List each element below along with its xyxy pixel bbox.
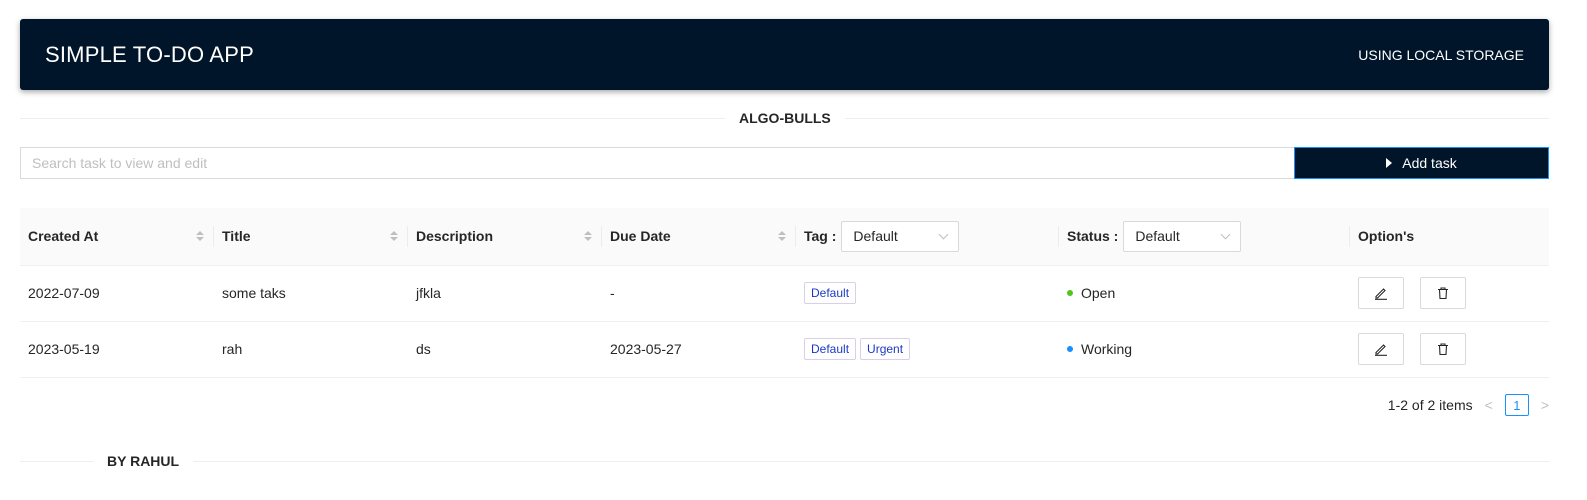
edit-button[interactable] (1358, 277, 1404, 309)
edit-icon (1375, 344, 1387, 356)
add-task-label: Add task (1402, 155, 1457, 171)
status-dot-icon (1067, 346, 1073, 352)
page-item-current[interactable]: 1 (1504, 394, 1529, 416)
cell-status: Working (1059, 321, 1350, 378)
column-status: Status : Default (1059, 208, 1350, 266)
chevron-down-icon (938, 229, 949, 240)
cell-due-date: 2023-05-27 (602, 321, 796, 378)
tag-filter-select[interactable]: Default (841, 220, 960, 252)
column-description[interactable]: Description (408, 208, 602, 266)
column-description-label: Description (416, 228, 494, 245)
table-row: 2023-05-19 rah ds 2023-05-27 Default Urge… (20, 321, 1549, 378)
tag-badge: Urgent (860, 338, 911, 360)
cell-tags: Default Urgent (796, 321, 1059, 378)
section-divider: ALGO-BULLS (20, 109, 1549, 127)
delete-button[interactable] (1420, 277, 1466, 309)
column-title[interactable]: Title (214, 208, 408, 266)
cell-options (1350, 265, 1549, 322)
app-title: SIMPLE TO-DO APP (45, 41, 255, 67)
column-tag: Tag : Default (796, 208, 1059, 266)
column-options: Option's (1350, 208, 1549, 266)
footer-divider-label: BY RAHUL (93, 452, 194, 470)
column-title-label: Title (222, 228, 251, 245)
pagination-summary: 1-2 of 2 items (1387, 397, 1473, 413)
sort-icon[interactable] (196, 231, 204, 242)
next-page-icon[interactable]: > (1541, 397, 1549, 413)
column-due-date[interactable]: Due Date (602, 208, 796, 266)
edit-icon (1375, 288, 1387, 300)
tag-badge: Default (804, 338, 857, 360)
app-subtitle: USING LOCAL STORAGE (1358, 46, 1524, 63)
status-text: Working (1081, 341, 1133, 357)
delete-button[interactable] (1420, 333, 1466, 365)
column-options-label: Option's (1358, 228, 1415, 245)
status-filter-select[interactable]: Default (1123, 220, 1242, 252)
prev-page-icon[interactable]: < (1485, 397, 1493, 413)
cell-status: Open (1059, 265, 1350, 322)
footer-divider: BY RAHUL (20, 452, 1549, 470)
delete-icon (1438, 343, 1448, 356)
cell-title: some taks (214, 265, 408, 322)
pagination: 1-2 of 2 items < 1 > (1388, 394, 1549, 416)
column-due-date-label: Due Date (610, 228, 671, 245)
status-text: Open (1081, 285, 1116, 301)
column-created-at[interactable]: Created At (20, 208, 214, 266)
cell-tags: Default (796, 265, 1059, 322)
cell-title: rah (214, 321, 408, 378)
column-status-label: Status : (1067, 228, 1119, 245)
section-divider-label: ALGO-BULLS (725, 109, 845, 127)
edit-button[interactable] (1358, 333, 1404, 365)
cell-options (1350, 321, 1549, 378)
search-input[interactable] (20, 147, 1294, 179)
delete-icon (1438, 287, 1448, 300)
cell-description: ds (408, 321, 602, 378)
cell-due-date: - (602, 265, 796, 322)
sort-icon[interactable] (390, 231, 398, 242)
app-header: SIMPLE TO-DO APP USING LOCAL STORAGE (20, 19, 1549, 90)
cell-created-at: 2022-07-09 (20, 265, 214, 322)
column-created-at-label: Created At (28, 228, 99, 245)
sort-icon[interactable] (778, 231, 786, 242)
sort-icon[interactable] (584, 231, 592, 242)
status-dot-icon (1067, 290, 1073, 296)
status-filter-value: Default (1135, 228, 1180, 245)
search-row: Add task (20, 147, 1549, 179)
column-tag-label: Tag : (804, 228, 837, 245)
cell-description: jfkla (408, 265, 602, 322)
tag-badge: Default (804, 282, 857, 304)
caret-right-icon (1386, 158, 1393, 168)
add-task-button[interactable]: Add task (1294, 147, 1549, 179)
table-header-row: Created At Title Description Due Date Ta… (20, 208, 1549, 266)
table-row: 2022-07-09 some taks jfkla - Default Ope… (20, 265, 1549, 322)
tag-filter-value: Default (853, 228, 898, 245)
tasks-table: Created At Title Description Due Date Ta… (20, 208, 1549, 378)
cell-created-at: 2023-05-19 (20, 321, 214, 378)
chevron-down-icon (1220, 229, 1231, 240)
